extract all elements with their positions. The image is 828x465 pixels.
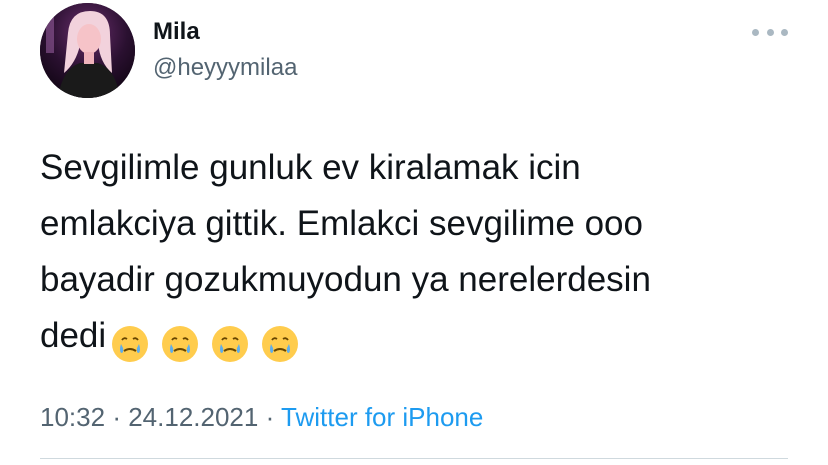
meta-separator: · — [112, 402, 121, 432]
tweet-text: Sevgilimle gunluk ev kiralamak icin emla… — [40, 140, 810, 370]
author-handle[interactable]: @heyyymilaa — [153, 53, 297, 83]
meta-separator: · — [265, 402, 275, 432]
more-options-icon[interactable] — [752, 22, 788, 42]
dot — [766, 28, 774, 36]
dot — [781, 28, 788, 36]
face-holding-back-tears-icon — [262, 325, 299, 362]
face-holding-back-tears-icon — [112, 325, 149, 362]
tweet-source-link[interactable]: Twitter for iPhone — [281, 402, 483, 432]
tweet: Mila @heyyymilaa Sevgilimle gunluk ev ki… — [0, 0, 828, 465]
dot — [752, 28, 759, 36]
face-holding-back-tears-icon — [162, 325, 199, 362]
divider — [40, 458, 788, 459]
tweet-date[interactable]: 24.12.2021 — [128, 402, 258, 432]
avatar[interactable] — [40, 3, 135, 98]
author-display-name[interactable]: Mila — [153, 17, 200, 47]
tweet-meta: 10:32 · 24.12.2021 · Twitter for iPhone — [40, 401, 483, 433]
face-holding-back-tears-icon — [212, 325, 249, 362]
tweet-time[interactable]: 10:32 — [40, 402, 105, 432]
avatar-photo-icon — [40, 3, 135, 98]
emoji-row — [106, 314, 300, 370]
